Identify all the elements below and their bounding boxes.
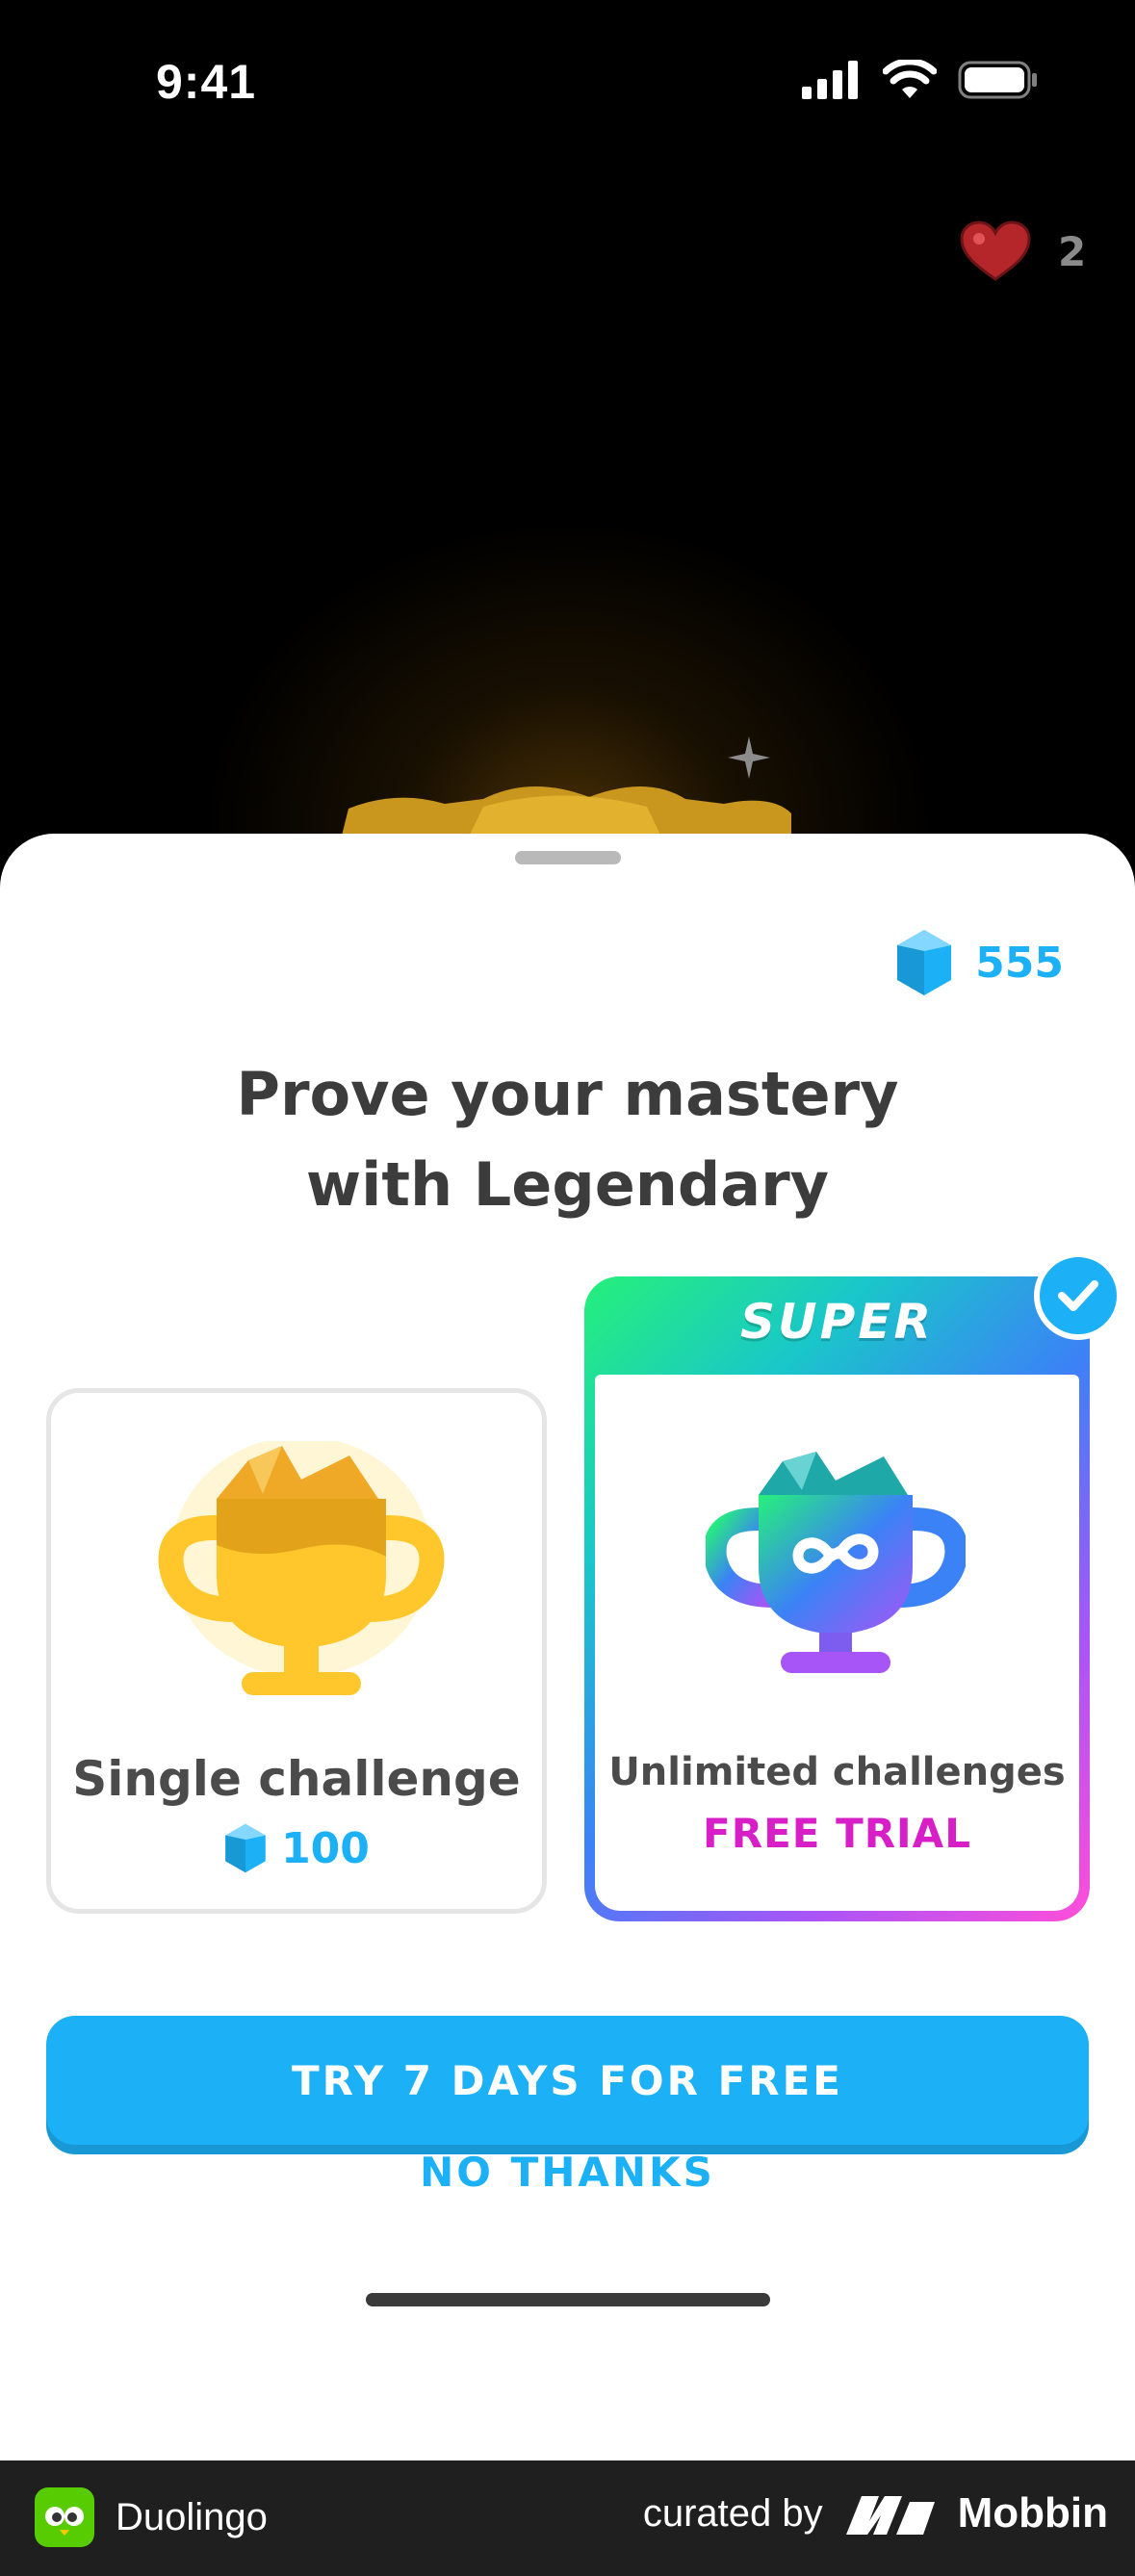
try-free-button[interactable]: TRY 7 DAYS FOR FREE: [46, 2016, 1089, 2145]
footer-curated-by: curated by: [642, 2491, 823, 2535]
sheet-title: Prove your mastery with Legendary: [0, 1049, 1135, 1230]
single-challenge-title: Single challenge: [72, 1751, 521, 1807]
status-icons: [802, 60, 1039, 100]
status-time: 9:41: [156, 55, 257, 109]
unlimited-challenges-card-body: Unlimited challenges FREE TRIAL: [595, 1375, 1079, 1911]
unlimited-challenges-title: Unlimited challenges: [608, 1750, 1066, 1794]
bottom-sheet: 555 Prove your mastery with Legendary Si…: [0, 834, 1135, 2460]
selected-checkmark-icon: [1034, 1251, 1122, 1340]
super-trophy-icon: [706, 1452, 966, 1673]
mobbin-logo-icon: [845, 2496, 935, 2535]
footer-credit: curated by Mobbin: [643, 2489, 1108, 2537]
super-badge: SUPER: [740, 1294, 934, 1350]
gold-trophy-icon: [158, 1441, 445, 1695]
hearts-counter[interactable]: 2: [958, 219, 1086, 283]
gems-counter: 555: [894, 928, 1064, 997]
single-challenge-price-value: 100: [281, 1823, 370, 1873]
single-challenge-price: 100: [51, 1822, 542, 1874]
sheet-grabber[interactable]: [515, 851, 621, 864]
footer-app-name: Duolingo: [116, 2495, 268, 2538]
footer-brand: Mobbin: [957, 2489, 1108, 2537]
wifi-icon: [883, 60, 937, 98]
footer-bar: Duolingo curated by Mobbin: [0, 2460, 1135, 2576]
gems-value: 555: [975, 938, 1064, 988]
free-trial-label: FREE TRIAL: [703, 1810, 971, 1857]
signal-icon: [802, 61, 858, 99]
hearts-count: 2: [1058, 227, 1087, 275]
single-challenge-option[interactable]: Single challenge 100: [46, 1388, 547, 1914]
sheet-title-line1: Prove your mastery: [236, 1059, 899, 1129]
home-indicator: [366, 2293, 770, 2306]
footer-app: Duolingo: [35, 2487, 268, 2547]
battery-icon: [958, 61, 1037, 99]
sparkle-icon: [728, 736, 770, 779]
gem-icon: [225, 1823, 266, 1873]
heart-icon: [960, 220, 1031, 281]
no-thanks-button[interactable]: NO THANKS: [0, 2149, 1135, 2196]
gem-icon: [897, 930, 952, 995]
unlimited-challenges-option[interactable]: SUPER Unlimited challenges FREE TRIAL: [584, 1276, 1090, 1921]
status-bar: 9:41: [0, 0, 1135, 164]
duolingo-app-icon: [35, 2487, 94, 2547]
sheet-title-line2: with Legendary: [305, 1149, 830, 1220]
